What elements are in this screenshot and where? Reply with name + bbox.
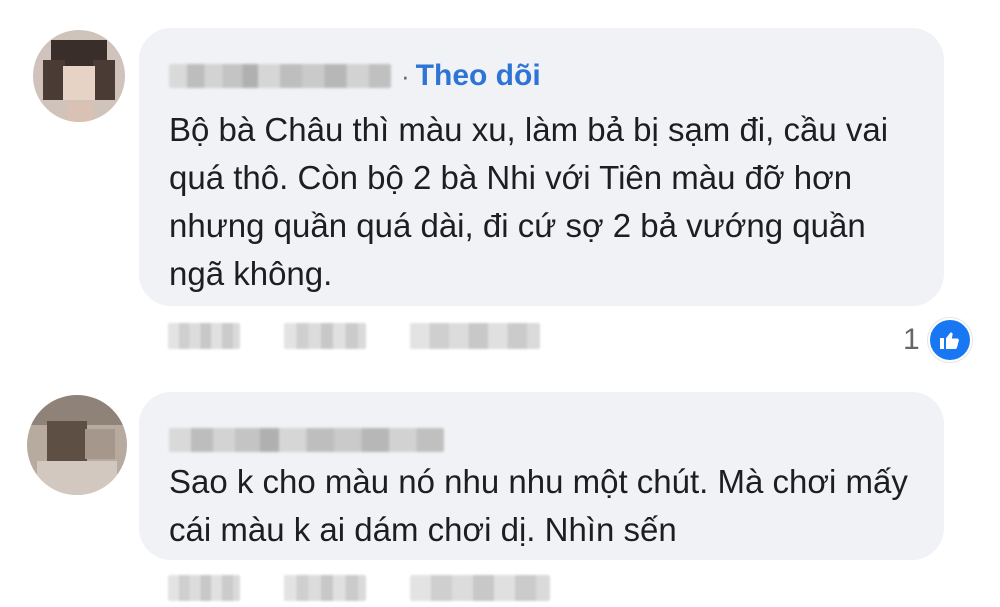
comment-actions (168, 575, 550, 601)
reply-action[interactable] (284, 323, 366, 349)
reaction-count: 1 (903, 323, 920, 356)
reply-action[interactable] (284, 575, 366, 601)
comment-header (169, 422, 444, 458)
timestamp-action[interactable] (410, 575, 550, 601)
separator-dot: · (401, 60, 410, 91)
comment-actions (168, 323, 540, 349)
follow-link[interactable]: Theo dõi (416, 59, 541, 93)
comment-text: Bộ bà Châu thì màu xu, làm bả bị sạm đi,… (169, 111, 889, 292)
comment-bubble: Sao k cho màu nó nhu nhu một chút. Mà ch… (139, 392, 944, 560)
comment-bubble: · Theo dõi Bộ bà Châu thì màu xu, làm bả… (139, 28, 944, 306)
like-action[interactable] (168, 323, 240, 349)
comment-header: · Theo dõi (169, 58, 541, 94)
reaction-summary[interactable]: 1 (903, 318, 972, 362)
author-name[interactable] (169, 428, 444, 452)
comment-text: Sao k cho màu nó nhu nhu một chút. Mà ch… (169, 463, 908, 548)
timestamp-action[interactable] (410, 323, 540, 349)
avatar[interactable] (33, 30, 125, 122)
avatar[interactable] (27, 395, 127, 495)
like-action[interactable] (168, 575, 240, 601)
like-icon (927, 318, 972, 362)
author-name[interactable] (169, 64, 391, 88)
